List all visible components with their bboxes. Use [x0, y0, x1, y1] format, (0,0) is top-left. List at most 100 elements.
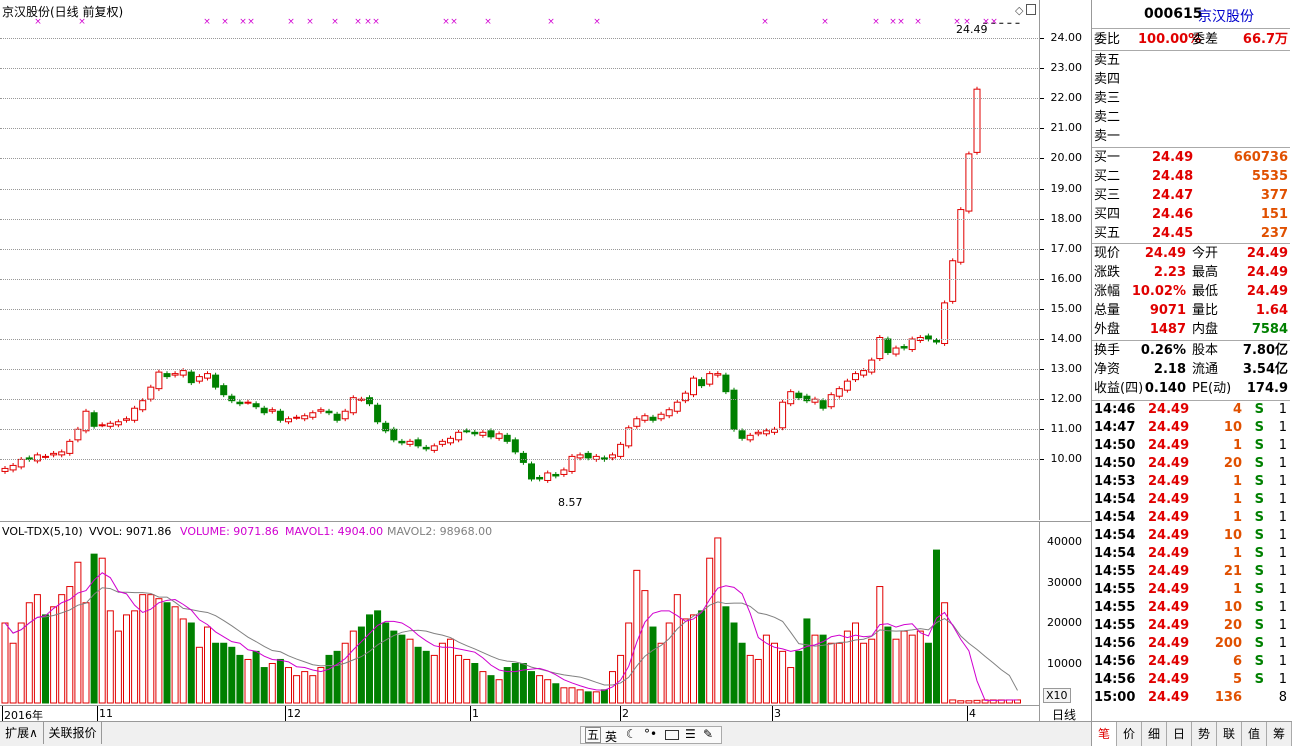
volume-bar [163, 602, 171, 704]
panel-tab[interactable]: 势 [1192, 722, 1217, 746]
volume-bar [762, 634, 770, 704]
candle-body [795, 392, 803, 399]
trade-tick-row: 14:46 24.49 4 S 1 [1092, 401, 1290, 419]
signal-marker: × [547, 17, 555, 27]
panel-tab[interactable]: 联 [1217, 722, 1242, 746]
ying-icon[interactable]: 英 [605, 728, 617, 745]
signal-marker: × [450, 17, 458, 27]
sell-level-row[interactable]: 卖一 [1092, 127, 1290, 146]
candle-body [528, 463, 535, 480]
tick-volume: 200 [1214, 636, 1242, 651]
candle-body [860, 370, 868, 376]
quote-value: 2.23 [1153, 265, 1186, 280]
buy-level-row[interactable]: 买三 24.47 377 [1092, 186, 1290, 205]
candle-body [495, 433, 503, 439]
sell-level-row[interactable]: 卖三 [1092, 89, 1290, 108]
volume-bar [673, 594, 681, 704]
candle-body [738, 430, 746, 439]
volume-bar [860, 642, 868, 704]
tick-time: 14:56 [1094, 654, 1136, 669]
tick-time: 15:00 [1094, 690, 1136, 705]
buy-level-row[interactable]: 买五 24.45 237 [1092, 224, 1290, 243]
panel-tab[interactable]: 细 [1142, 722, 1167, 746]
price-tick-mark [1040, 308, 1044, 310]
tick-count: 1 [1278, 438, 1287, 453]
related-quote-tab[interactable]: 关联报价 [44, 722, 102, 744]
quote-value: 1.64 [1255, 303, 1288, 318]
candle-body [779, 401, 787, 429]
volume-bar [301, 671, 309, 704]
tick-side: S [1254, 600, 1264, 615]
price-gridline [0, 128, 1040, 130]
price-tick-mark [1040, 399, 1044, 401]
sell-level-row[interactable]: 卖四 [1092, 70, 1290, 89]
tick-price: 24.49 [1148, 438, 1190, 453]
candle-body [398, 440, 406, 444]
price-tick-mark [1040, 369, 1044, 371]
volume-bar [317, 667, 325, 704]
tick-volume: 1 [1232, 438, 1242, 453]
expand-tab[interactable]: 扩展∧ [0, 722, 44, 744]
buy-level-row[interactable]: 买四 24.46 151 [1092, 205, 1290, 224]
candle-body [131, 407, 139, 421]
panel-tab[interactable]: 筹 [1267, 722, 1292, 746]
price-tick-label: 17.00 [1050, 241, 1083, 255]
fundamental-label: 净资 [1094, 362, 1121, 377]
price-tick-mark [1040, 98, 1044, 100]
tick-time: 14:54 [1094, 510, 1136, 525]
candle-body [487, 430, 495, 438]
panel-tab[interactable]: 值 [1242, 722, 1267, 746]
volume-bar [66, 586, 74, 704]
weibi-label: 委比 [1094, 32, 1121, 47]
volume-bar [552, 683, 560, 704]
tick-side: S [1254, 636, 1264, 651]
volume-bar [357, 626, 365, 704]
volume-bar [528, 671, 535, 704]
dots-icon[interactable]: °• [644, 727, 657, 741]
volume-bar [58, 594, 66, 704]
right-tab-bar: 笔价细日势联值筹 [1092, 721, 1292, 746]
buy-level-row[interactable]: 买二 24.48 5535 [1092, 167, 1290, 186]
signal-marker: × [203, 17, 211, 27]
fundamental-value: 7.80亿 [1242, 343, 1288, 358]
quote-label: 内盘 [1192, 322, 1219, 337]
sell-level-row[interactable]: 卖二 [1092, 108, 1290, 127]
price-tick-mark [1040, 218, 1044, 220]
quote-value: 24.49 [1144, 246, 1186, 261]
tick-volume: 20 [1223, 456, 1242, 471]
wrench-icon[interactable]: ✎ [703, 727, 713, 741]
price-gridline [0, 429, 1040, 431]
volume-bar [924, 642, 932, 704]
panel-tab[interactable]: 价 [1117, 722, 1142, 746]
tick-count: 1 [1278, 528, 1287, 543]
tick-time: 14:54 [1094, 528, 1136, 543]
panel-tab[interactable]: 日 [1167, 722, 1192, 746]
menu-icon[interactable]: ☰ [685, 727, 696, 741]
volume-bar [333, 650, 341, 704]
volume-tick-label: 30000 [1047, 575, 1082, 589]
panel-tab[interactable]: 笔 [1092, 722, 1117, 746]
sell-level-row[interactable]: 卖五 [1092, 51, 1290, 70]
tick-price: 24.49 [1148, 528, 1190, 543]
tick-count: 1 [1278, 420, 1287, 435]
price-tick-mark [1040, 459, 1044, 461]
tick-time: 14:47 [1094, 420, 1136, 435]
volume-bar [722, 606, 730, 704]
date-tick-mark [97, 706, 98, 721]
buy-level-row[interactable]: 买一 24.49 660736 [1092, 148, 1290, 167]
moon-icon[interactable]: ☾ [626, 727, 637, 741]
price-tick-label: 21.00 [1050, 121, 1083, 135]
volume-panel[interactable]: VOL-TDX(5,10) VVOL: 9071.86 VOLUME: 9071… [0, 521, 1040, 705]
volume-bar [884, 626, 892, 704]
tick-count: 1 [1278, 672, 1287, 687]
volume-bar [382, 622, 390, 704]
tick-price: 24.49 [1148, 636, 1190, 651]
kline-panel[interactable]: 京汉股份(日线 前复权) ◇ × × × × × × × × × × × × × × × × × × × × × × × × ×… [0, 0, 1040, 520]
quote-row: 现价 24.49 今开 24.49 [1092, 244, 1290, 263]
candle-body [212, 374, 220, 388]
price-tick-label: 22.00 [1050, 91, 1083, 105]
keyboard-icon[interactable] [665, 730, 679, 740]
wu-icon[interactable]: 五 [585, 727, 602, 743]
buy-level-volume: 151 [1260, 207, 1288, 222]
tick-price: 24.49 [1148, 510, 1190, 525]
